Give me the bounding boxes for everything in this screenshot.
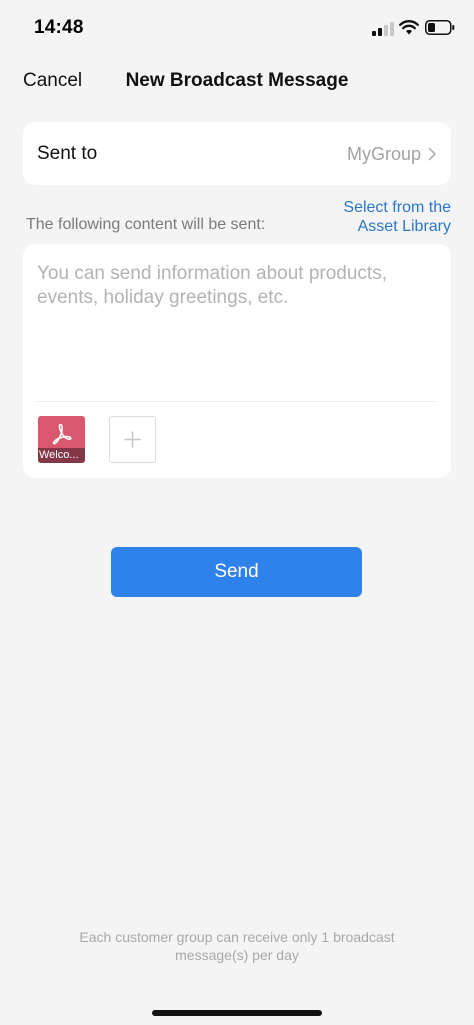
add-attachment-button[interactable] bbox=[109, 416, 156, 463]
sent-to-row[interactable]: Sent to MyGroup bbox=[23, 122, 451, 185]
plus-icon bbox=[124, 431, 141, 448]
wifi-icon bbox=[399, 20, 419, 35]
cancel-button[interactable]: Cancel bbox=[23, 70, 82, 92]
sent-to-value: MyGroup bbox=[346, 144, 421, 164]
message-content-card: Welco... bbox=[23, 244, 451, 478]
attachment-label: Welco... bbox=[38, 448, 85, 463]
broadcast-limit-note: Each customer group can receive only 1 b… bbox=[79, 929, 395, 963]
asset-link-line-2: Asset Library bbox=[357, 218, 451, 235]
send-button[interactable]: Send bbox=[111, 547, 362, 597]
message-input[interactable] bbox=[37, 262, 435, 392]
divider bbox=[37, 401, 435, 402]
cellular-signal-icon bbox=[372, 22, 394, 36]
pdf-icon bbox=[52, 423, 72, 445]
content-section-label: The following content will be sent: bbox=[26, 216, 266, 233]
nav-bar: Cancel New Broadcast Message bbox=[0, 56, 474, 106]
status-bar: 14:48 bbox=[0, 0, 474, 56]
pdf-attachment-thumbnail[interactable]: Welco... bbox=[38, 416, 85, 463]
asset-link-line-1: Select from the bbox=[343, 199, 451, 216]
sent-to-label: Sent to bbox=[37, 143, 98, 164]
battery-icon bbox=[425, 20, 455, 35]
home-indicator bbox=[152, 1010, 322, 1016]
chevron-right-icon bbox=[428, 147, 436, 161]
status-time: 14:48 bbox=[34, 17, 84, 38]
select-from-asset-library-link[interactable]: Select from the Asset Library bbox=[291, 198, 451, 236]
